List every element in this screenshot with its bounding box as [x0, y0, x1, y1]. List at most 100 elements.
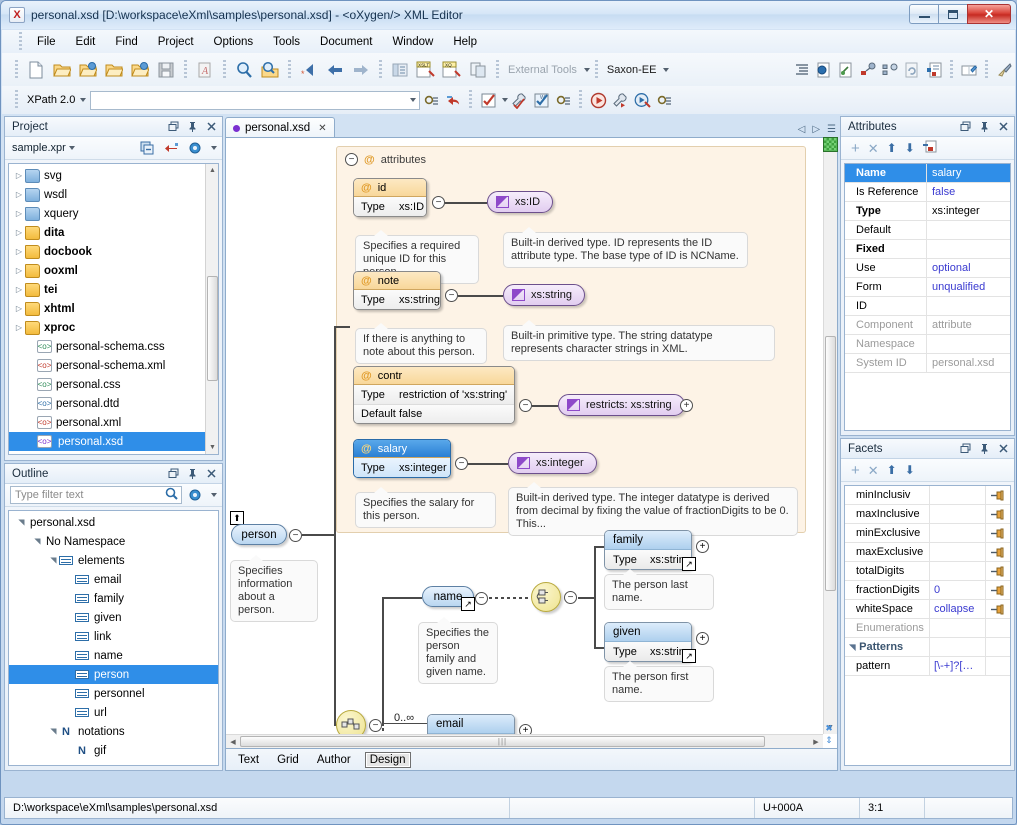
menu-window[interactable]: Window	[382, 33, 443, 51]
project-scroll-thumb[interactable]	[207, 276, 218, 381]
expand-collapse-icon-person[interactable]: −	[289, 529, 302, 542]
close-icon[interactable]	[205, 120, 218, 133]
canvas-horizontal-scrollbar[interactable]: ◀ ||| ▶	[226, 734, 823, 748]
indent-icon[interactable]	[791, 59, 813, 81]
project-tree-item[interactable]: ▷xquery	[9, 204, 205, 223]
close-icon[interactable]	[205, 467, 218, 480]
expand-icon-email[interactable]: +	[519, 724, 532, 734]
expand-arrow-icon[interactable]: ▷	[13, 285, 25, 294]
menu-project[interactable]: Project	[148, 33, 204, 51]
associate-schema-icon[interactable]	[835, 59, 857, 81]
project-tree-item[interactable]: <o>personal-schema.xml	[9, 356, 205, 375]
attribute-node-contr[interactable]: @ contr Type restriction of 'xs:string' …	[353, 366, 515, 424]
project-tree-scrollbar[interactable]: ▲ ▼	[205, 164, 218, 454]
facets-table-row[interactable]: maxInclusive	[845, 505, 1010, 524]
ref-link-icon-family[interactable]: ↗	[682, 557, 696, 571]
add-icon[interactable]: +	[851, 463, 860, 478]
xslt-debug-icon[interactable]: XSLT	[413, 57, 439, 83]
remove-icon[interactable]: ✕	[868, 142, 879, 155]
compare-icon[interactable]	[465, 57, 491, 83]
validate-globe-icon[interactable]	[813, 59, 835, 81]
expand-collapse-icon-name-sequence[interactable]: −	[564, 591, 577, 604]
move-down-icon[interactable]: ⬇	[905, 464, 915, 476]
attributes-table-row[interactable]: Namesalary	[845, 164, 1010, 183]
facets-row-value[interactable]	[930, 562, 986, 580]
close-all-icon[interactable]: ✖	[825, 723, 833, 734]
outline-tree-item[interactable]: given	[9, 608, 218, 627]
collapse-icon[interactable]: −	[345, 153, 358, 166]
attributes-table-row[interactable]: Useoptional	[845, 259, 1010, 278]
pin-icon[interactable]	[978, 120, 991, 133]
outline-tree-item[interactable]: email	[9, 570, 218, 589]
element-node-family[interactable]: family Type xs:string	[604, 530, 692, 570]
project-combo[interactable]: sample.xpr	[10, 142, 77, 154]
canvas-vscroll-thumb[interactable]	[825, 336, 836, 591]
scroll-left-icon[interactable]: ◀	[226, 735, 240, 748]
new-file-icon[interactable]	[23, 57, 49, 83]
restore-icon[interactable]	[959, 442, 972, 455]
project-tree-item[interactable]: ▷xhtml	[9, 299, 205, 318]
facets-row-value[interactable]	[930, 619, 986, 637]
facets-table-row[interactable]: fractionDigits0	[845, 581, 1010, 600]
attributes-table-row[interactable]: Fixed	[845, 240, 1010, 259]
facets-table-row[interactable]: whiteSpacecollapse	[845, 600, 1010, 619]
outline-tree-item[interactable]: personnel	[9, 684, 218, 703]
attributes-table[interactable]: NamesalaryIs ReferencefalseTypexs:intege…	[844, 163, 1011, 431]
open-remote-icon[interactable]	[127, 57, 153, 83]
check-well-formed-icon[interactable]	[857, 59, 879, 81]
close-icon[interactable]	[997, 120, 1010, 133]
project-tree-item[interactable]: <o>personal.css	[9, 375, 205, 394]
save-icon[interactable]	[153, 57, 179, 83]
xpath-settings-icon[interactable]	[420, 89, 442, 111]
attributes-row-value[interactable]: xs:integer	[927, 202, 1010, 220]
link-with-editor-icon[interactable]	[160, 137, 182, 159]
collapse-all-icon[interactable]	[136, 137, 158, 159]
close-icon[interactable]	[997, 442, 1010, 455]
open-url-icon[interactable]	[75, 57, 101, 83]
refresh-icon[interactable]	[901, 59, 923, 81]
project-tree-item[interactable]: <o>personal.xsl	[9, 451, 205, 455]
datatype-pill-xs-integer[interactable]: xs:integer	[508, 452, 597, 474]
ref-link-icon-name[interactable]: ↗	[461, 597, 475, 611]
settings-icon[interactable]	[184, 484, 206, 506]
clean-icon[interactable]	[993, 59, 1015, 81]
outline-filter-input[interactable]: Type filter text	[10, 486, 182, 504]
collapse-arrow-icon[interactable]: ◢	[49, 726, 58, 738]
outline-tree-item[interactable]: ◢No Namespace	[9, 532, 218, 551]
facets-table-row[interactable]: totalDigits	[845, 562, 1010, 581]
project-tree-item[interactable]: ▷ooxml	[9, 261, 205, 280]
canvas-vertical-scrollbar[interactable]: ▲ ▼	[823, 138, 837, 734]
project-tree-item[interactable]: ▷wsdl	[9, 185, 205, 204]
external-tools-chevron-down-icon[interactable]	[584, 68, 590, 72]
project-tree-item[interactable]: ▷xproc	[9, 318, 205, 337]
open-file-icon[interactable]	[49, 57, 75, 83]
element-node-given[interactable]: given Type xs:string	[604, 622, 692, 662]
expand-collapse-icon-contr[interactable]: −	[519, 399, 532, 412]
attributes-row-value[interactable]	[927, 335, 1010, 353]
pin-icon[interactable]	[186, 120, 199, 133]
outline-tree-item[interactable]: url	[9, 703, 218, 722]
minimize-button[interactable]	[909, 4, 938, 24]
outline-tree-item[interactable]: ◢elements	[9, 551, 218, 570]
pin-icon[interactable]	[186, 467, 199, 480]
editor-tab-personal-xsd[interactable]: personal.xsd ✕	[225, 117, 335, 138]
maximize-button[interactable]	[938, 4, 967, 24]
menu-tools[interactable]: Tools	[263, 33, 310, 51]
validate-icon[interactable]	[477, 89, 499, 111]
transform-engine-label[interactable]: Saxon-EE	[603, 64, 661, 76]
attributes-table-row[interactable]: Typexs:integer	[845, 202, 1010, 221]
expand-collapse-icon-name[interactable]: −	[475, 592, 488, 605]
collapse-arrow-icon[interactable]: ◢	[848, 644, 857, 650]
expand-arrow-icon[interactable]: ▷	[13, 304, 25, 313]
attributes-table-row[interactable]: Default	[845, 221, 1010, 240]
project-tree-item[interactable]: ▷tei	[9, 280, 205, 299]
xquery-debug-icon[interactable]: XQ	[439, 57, 465, 83]
prev-icon[interactable]: ◁	[798, 124, 806, 135]
pin-icon[interactable]	[986, 490, 1010, 501]
project-tree[interactable]: ▷svg▷wsdl▷xquery▷dita▷docbook▷ooxml▷tei▷…	[8, 163, 219, 455]
add-icon[interactable]: +	[851, 141, 860, 156]
expand-icon-given[interactable]: +	[696, 632, 709, 645]
expand-arrow-icon[interactable]: ▷	[13, 266, 25, 275]
attribute-node-salary[interactable]: @ salary Type xs:integer	[353, 439, 451, 478]
menu-edit[interactable]: Edit	[66, 33, 106, 51]
